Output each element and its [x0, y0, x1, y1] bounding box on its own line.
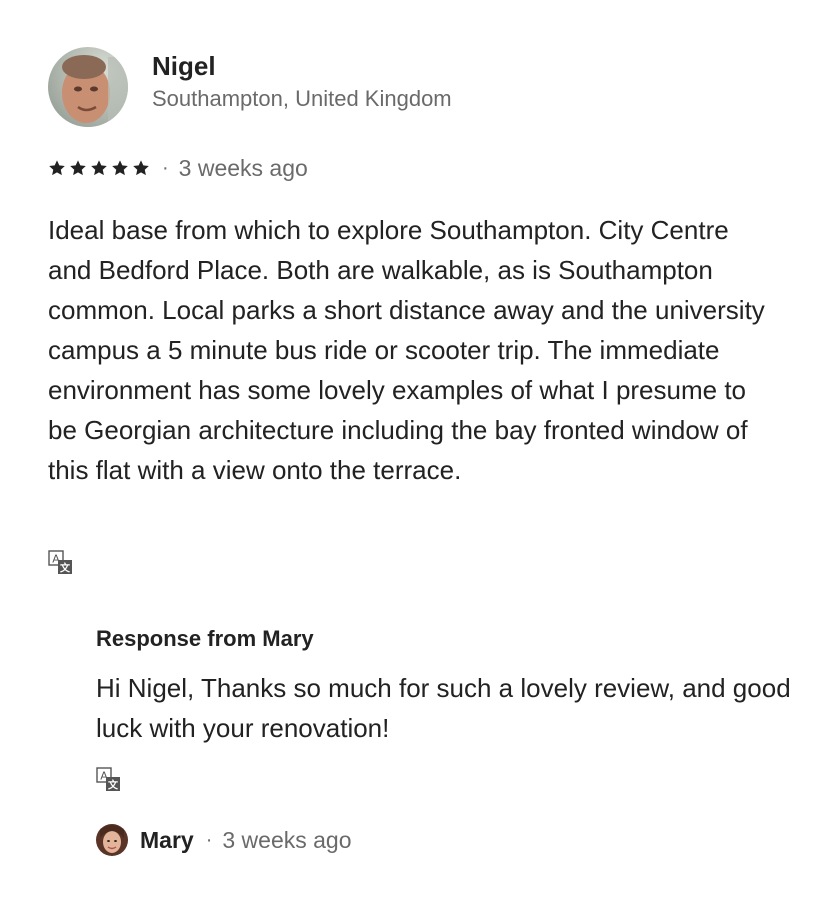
- star-icon: [49, 160, 65, 176]
- response-text: Hi Nigel, Thanks so much for such a love…: [96, 673, 791, 743]
- host-avatar[interactable]: [96, 824, 128, 856]
- host-response: Response from Mary Hi Nigel, Thanks so m…: [96, 622, 796, 748]
- meta-separator: ·: [162, 157, 169, 179]
- reviewer-photo: [48, 47, 128, 127]
- svg-text:文: 文: [60, 562, 71, 575]
- star-icon: [133, 160, 149, 176]
- translate-icon[interactable]: A 文: [48, 550, 74, 576]
- svg-text:文: 文: [108, 779, 119, 792]
- reviewer-header: Nigel Southampton, United Kingdom: [48, 47, 452, 127]
- response-date: 3 weeks ago: [222, 826, 352, 853]
- star-rating: [48, 159, 150, 177]
- star-icon: [70, 160, 86, 176]
- host-signature: Mary · 3 weeks ago: [96, 822, 352, 858]
- translate-icon[interactable]: A 文: [96, 767, 122, 793]
- response-title: Response from Mary: [96, 626, 314, 651]
- star-icon: [112, 160, 128, 176]
- review-text: Ideal base from which to explore Southam…: [48, 215, 765, 485]
- host-name: Mary: [140, 826, 194, 853]
- star-icon: [91, 160, 107, 176]
- review-meta: · 3 weeks ago: [48, 152, 308, 184]
- reviewer-name: Nigel: [152, 51, 216, 81]
- reviewer-avatar[interactable]: [48, 47, 128, 127]
- meta-separator: ·: [205, 829, 213, 851]
- reviewer-location: Southampton, United Kingdom: [152, 86, 452, 111]
- review-card: Nigel Southampton, United Kingdom · 3 we…: [0, 0, 828, 906]
- host-photo: [96, 824, 128, 856]
- review-date: 3 weeks ago: [178, 154, 308, 181]
